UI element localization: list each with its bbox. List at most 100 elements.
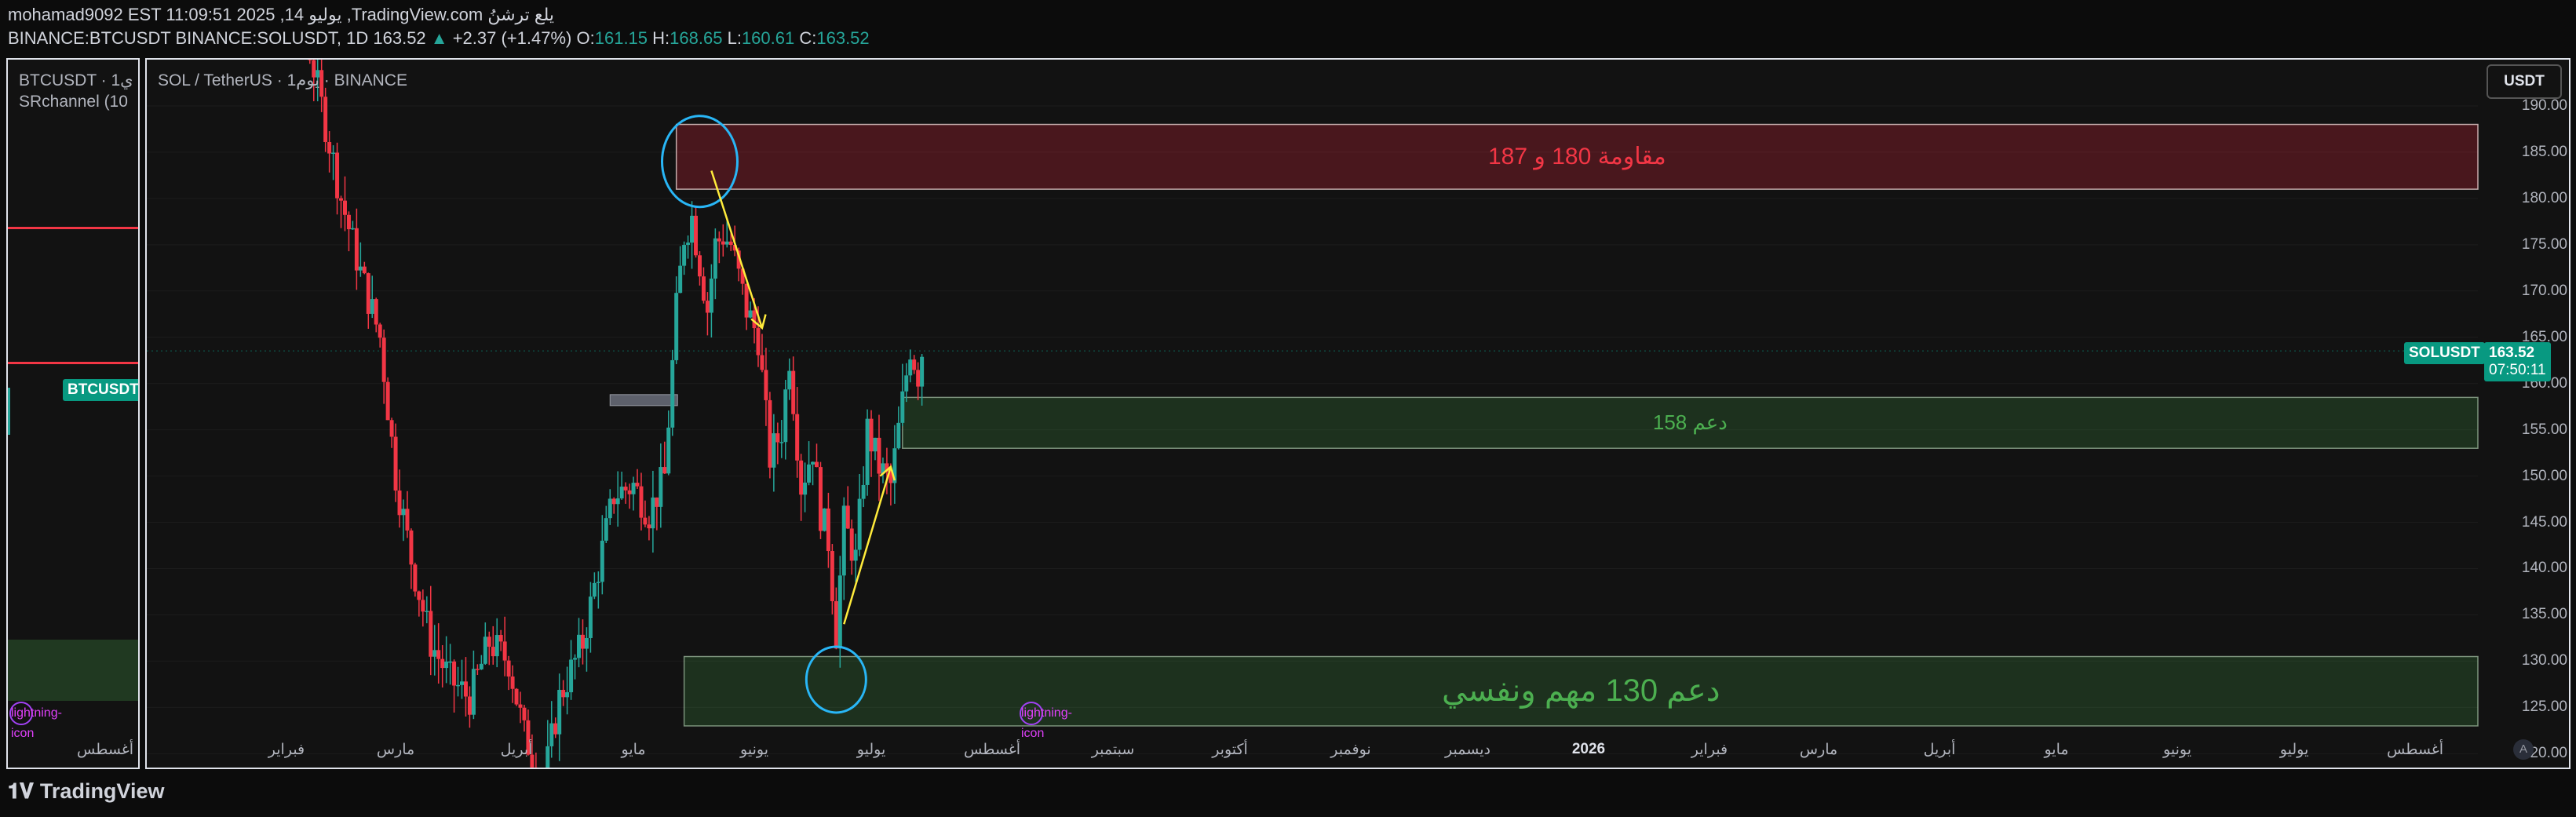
srchannel-indicator-label[interactable]: SRchannel (10 bbox=[19, 93, 128, 111]
y-tick-label: 140.00 bbox=[2521, 560, 2567, 577]
close-value: 163.52 bbox=[816, 28, 870, 48]
candle-body bbox=[354, 228, 359, 271]
candle-body bbox=[623, 487, 628, 491]
candle-body bbox=[417, 591, 421, 600]
y-tick-label: 145.00 bbox=[2521, 513, 2567, 531]
last-price: 163.52 bbox=[373, 28, 426, 48]
high-value: 168.65 bbox=[670, 28, 723, 48]
support-zone-label: دعم 130 مهم ونفسي bbox=[1442, 673, 1720, 708]
high-label: H: bbox=[652, 28, 670, 48]
marker-box bbox=[609, 394, 678, 407]
candle-body bbox=[756, 328, 761, 356]
candle-body bbox=[494, 635, 499, 657]
candle-body bbox=[448, 661, 453, 663]
candle-body bbox=[845, 505, 850, 529]
candle-body bbox=[358, 266, 363, 271]
sol-symbol-label[interactable]: SOL / TetherUS · 1يوم · BINANCE bbox=[158, 71, 407, 90]
candle-body bbox=[339, 198, 344, 201]
candle-body bbox=[592, 582, 597, 597]
candle-body bbox=[444, 662, 449, 669]
candle-body bbox=[841, 505, 846, 576]
x-tick-label: سبتمبر bbox=[1091, 742, 1135, 758]
tradingview-wordmark: TradingView bbox=[39, 779, 165, 803]
candle-body bbox=[748, 310, 753, 318]
candle-body bbox=[561, 690, 566, 698]
candle-body bbox=[514, 688, 519, 705]
candle-body bbox=[327, 141, 332, 154]
y-tick-label: 180.00 bbox=[2521, 189, 2567, 206]
candle-body bbox=[323, 97, 328, 142]
x-tick-label: يوليو bbox=[856, 742, 886, 758]
y-tick-label: 170.00 bbox=[2521, 282, 2567, 299]
candle-body bbox=[331, 152, 336, 155]
lightning-icon[interactable]: lightning-icon bbox=[9, 702, 62, 740]
candle-body bbox=[728, 241, 733, 245]
candle-body bbox=[440, 658, 445, 669]
header-title-line: mohamad9092 EST 11:09:51 2025 ,يوليو 14 … bbox=[8, 5, 555, 24]
candle-body bbox=[467, 696, 472, 715]
low-value: 160.61 bbox=[741, 28, 795, 48]
y-tick-label: 155.00 bbox=[2521, 421, 2567, 438]
candle-body bbox=[518, 704, 523, 708]
candle-body bbox=[370, 299, 374, 314]
low-label: L: bbox=[727, 28, 742, 48]
sol-chart-pane[interactable]: SOL / TetherUS · 1يوم · BINANCE مقاومة 1… bbox=[145, 58, 2571, 769]
candle-body bbox=[491, 647, 495, 657]
candle-body bbox=[631, 483, 636, 494]
support-zone-label: دعم 158 bbox=[1652, 410, 1728, 435]
y-tick-label: 135.00 bbox=[2521, 606, 2567, 623]
candle-body bbox=[783, 389, 788, 443]
candle-body bbox=[920, 356, 925, 387]
candle-body bbox=[811, 461, 815, 465]
candle-body bbox=[799, 460, 804, 495]
x-tick-label: أبريل bbox=[500, 742, 533, 758]
candle-body bbox=[421, 600, 425, 612]
candle-body bbox=[834, 601, 838, 649]
x-tick-label: مارس bbox=[1799, 742, 1838, 758]
candle-body bbox=[389, 420, 394, 437]
candle-body bbox=[456, 684, 461, 687]
candle-body bbox=[908, 359, 913, 376]
x-axis-label: أغسطس bbox=[77, 742, 133, 758]
btc-symbol-label[interactable]: BTCUSDT · 1ي bbox=[19, 71, 133, 90]
candle-body bbox=[705, 301, 710, 313]
candle-body bbox=[549, 723, 554, 746]
candle-body bbox=[397, 491, 402, 516]
candle-body bbox=[381, 337, 386, 382]
candle-body bbox=[362, 266, 367, 274]
candle-body bbox=[393, 436, 398, 491]
tradingview-logo[interactable]: 𝟏𝐕 TradingView bbox=[8, 779, 164, 804]
candle-body bbox=[557, 690, 562, 735]
candle-body bbox=[401, 509, 406, 516]
candle-body bbox=[666, 427, 671, 474]
btc-chart-pane[interactable]: BTCUSDT · 1ي SRchannel (10 BTCUSDT light… bbox=[6, 58, 140, 769]
candle-body bbox=[896, 422, 901, 449]
lightning-icon[interactable]: lightning-icon bbox=[1020, 702, 1072, 740]
candle-body bbox=[659, 467, 663, 507]
resistance-line bbox=[8, 362, 138, 364]
x-tick-label: ديسمبر bbox=[1445, 742, 1491, 758]
candle-body bbox=[795, 414, 800, 461]
x-tick-label: فبراير bbox=[1691, 742, 1728, 758]
candle-body bbox=[643, 517, 648, 525]
bar-countdown: 07:50:11 bbox=[2489, 362, 2546, 378]
candle-body bbox=[498, 635, 503, 642]
candle-body bbox=[690, 215, 695, 243]
candle-body bbox=[506, 660, 511, 677]
y-tick-label: 190.00 bbox=[2521, 97, 2567, 114]
price-change: +2.37 (+1.47%) bbox=[452, 28, 572, 48]
candle-body bbox=[553, 723, 558, 735]
currency-unit-button[interactable]: USDT bbox=[2487, 64, 2562, 99]
candle-body bbox=[479, 663, 483, 669]
y-tick-label: 185.00 bbox=[2521, 143, 2567, 160]
candle-body bbox=[682, 245, 687, 266]
x-tick-label: يوليو bbox=[2279, 742, 2309, 758]
candle-body bbox=[651, 497, 655, 529]
candle-body bbox=[787, 370, 792, 390]
candle-body bbox=[721, 241, 725, 245]
x-tick-label: مايو bbox=[2044, 742, 2069, 758]
x-tick-label: أغسطس bbox=[964, 742, 1021, 758]
auto-scale-button[interactable]: A bbox=[2513, 739, 2534, 760]
candle-body bbox=[807, 464, 812, 483]
x-tick-label: 2026 bbox=[1571, 741, 1606, 757]
